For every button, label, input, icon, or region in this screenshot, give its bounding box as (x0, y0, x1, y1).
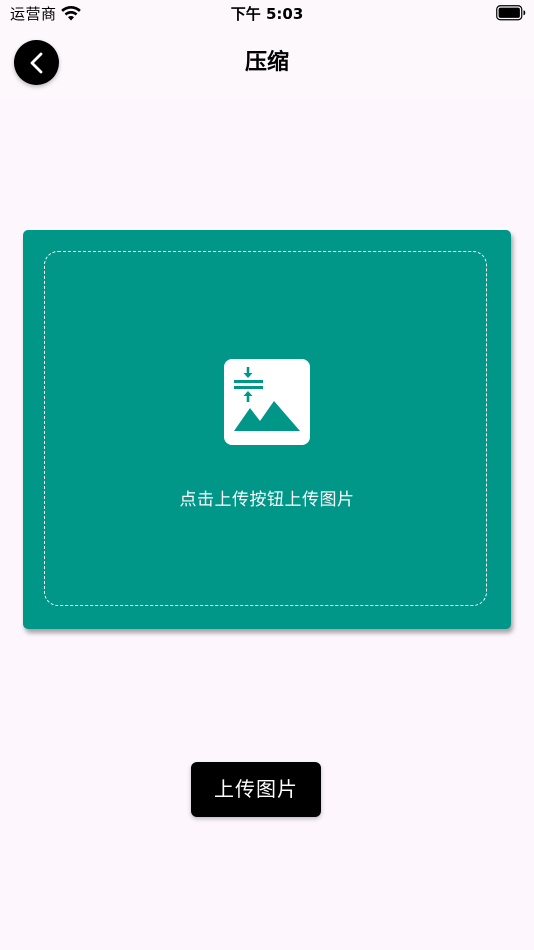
image-compress-icon (224, 359, 310, 445)
upload-image-button[interactable]: 上传图片 (191, 762, 321, 817)
status-time: 下午 5:03 (230, 5, 304, 23)
page-title: 压缩 (244, 50, 289, 75)
nav-bar: 压缩 (0, 28, 534, 98)
battery-icon (496, 5, 526, 21)
upload-area[interactable]: 点击上传按钮上传图片 (23, 230, 511, 629)
status-bar: 运营商 下午 5:03 (0, 0, 534, 28)
upload-hint-text: 点击上传按钮上传图片 (179, 490, 355, 510)
